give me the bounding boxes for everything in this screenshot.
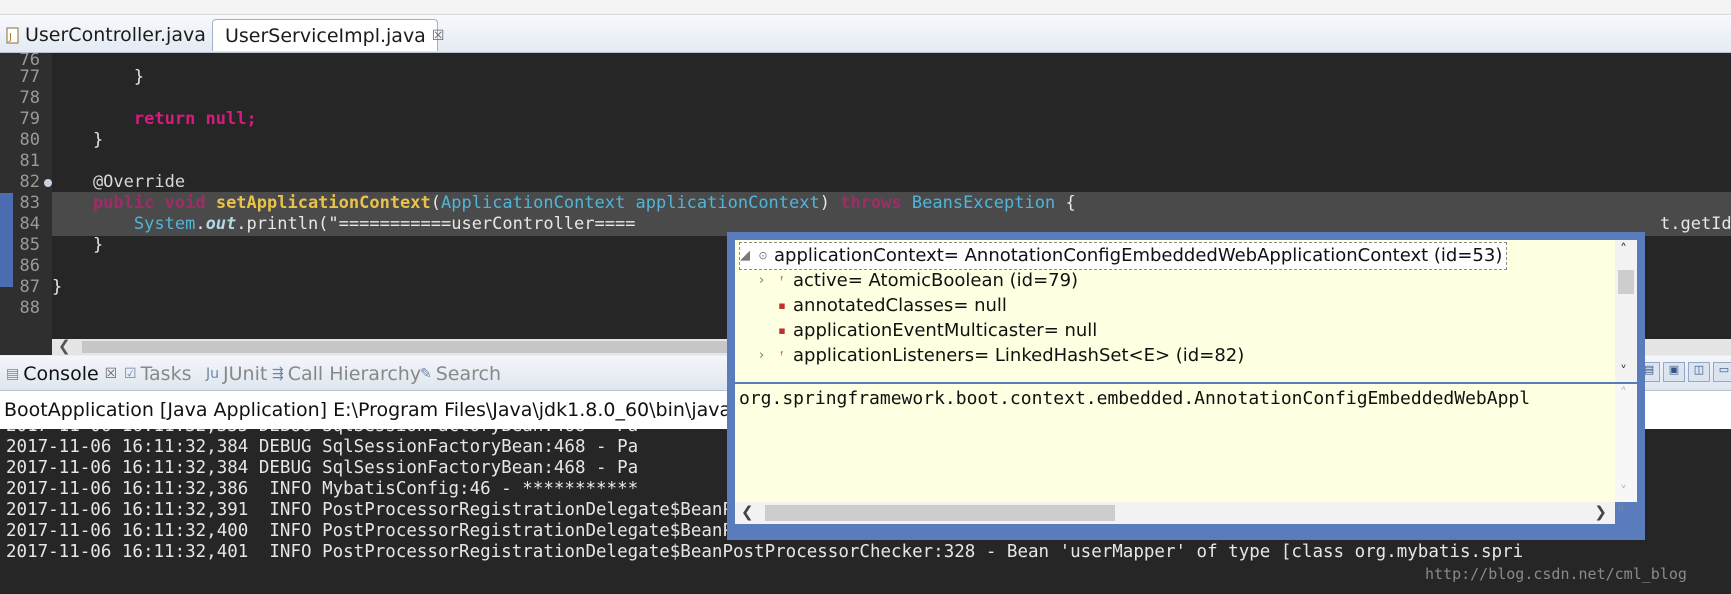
watermark: http://blog.csdn.net/cml_blog bbox=[1425, 565, 1687, 583]
window-title-strip bbox=[0, 0, 1731, 15]
scroll-thumb[interactable] bbox=[1618, 270, 1634, 294]
tab-label: UserServiceImpl.java bbox=[225, 24, 426, 47]
line-number: 79 bbox=[19, 109, 40, 129]
svg-text:J: J bbox=[8, 32, 12, 43]
out-field: out bbox=[205, 214, 237, 234]
line-number: 88 bbox=[19, 298, 40, 318]
java-file-icon: J bbox=[6, 27, 19, 43]
scroll-left-icon[interactable]: ❮ bbox=[58, 337, 71, 355]
code-line-84-tail: t.getId bbox=[1660, 214, 1731, 234]
tree-node-active[interactable]: › ᶠ active= AtomicBoolean (id=79) bbox=[759, 268, 1078, 294]
tab-junit[interactable]: Ju JUnit bbox=[206, 359, 267, 389]
scroll-thumb[interactable] bbox=[765, 505, 1115, 521]
resize-grip-icon[interactable]: ⠿ bbox=[1617, 504, 1635, 522]
tab-label: Call Hierarchy bbox=[287, 363, 422, 385]
println-call: println("===========userController==== bbox=[246, 214, 636, 234]
tab-tasks[interactable]: ☑ Tasks bbox=[124, 359, 191, 389]
tree-vertical-scrollbar[interactable]: ˄ ˅ bbox=[1615, 240, 1637, 382]
tree-node-label: active= AtomicBoolean (id=79) bbox=[793, 270, 1079, 291]
code-line-79: return null; bbox=[52, 108, 1731, 131]
detail-horizontal-scrollbar[interactable]: ❮ ❯ bbox=[735, 502, 1615, 524]
param-name: applicationContext bbox=[635, 193, 820, 213]
value-detail-text: org.springframework.boot.context.embedde… bbox=[739, 388, 1531, 409]
tab-call-hierarchy[interactable]: ⇶ Call Hierarchy bbox=[272, 359, 421, 389]
tab-user-controller[interactable]: J UserController.java bbox=[0, 19, 210, 51]
tab-search[interactable]: ✎ Search bbox=[420, 359, 501, 389]
close-icon[interactable]: ☒ bbox=[105, 366, 118, 382]
expand-icon[interactable]: › bbox=[759, 343, 775, 369]
tab-label: Search bbox=[435, 363, 502, 385]
console-icon: ▤ bbox=[6, 366, 20, 382]
code-line-83: public void setApplicationContext(Applic… bbox=[52, 192, 1731, 215]
method-name: setApplicationContext bbox=[215, 193, 431, 213]
open-console-icon[interactable]: ▭ bbox=[1713, 362, 1731, 382]
tab-label: Console bbox=[23, 363, 99, 385]
code-line-77: } bbox=[52, 67, 145, 87]
selection-marker bbox=[0, 193, 13, 287]
scroll-down-icon[interactable]: ˅ bbox=[1620, 364, 1627, 380]
scroll-thumb[interactable] bbox=[82, 341, 782, 353]
collapse-icon[interactable]: ◢ bbox=[740, 243, 756, 269]
return-keyword: return null; bbox=[133, 109, 257, 129]
tree-node-application-context[interactable]: ◢ ⊙ applicationContext= AnnotationConfig… bbox=[739, 242, 1508, 270]
tree-node-label: annotatedClasses= null bbox=[793, 295, 1007, 316]
show-console-icon[interactable]: ▣ bbox=[1663, 362, 1685, 382]
variable-tree[interactable]: ◢ ⊙ applicationContext= AnnotationConfig… bbox=[735, 240, 1615, 382]
junit-icon: Ju bbox=[206, 366, 220, 382]
private-field-icon: ▪ bbox=[778, 299, 786, 312]
tab-label: Tasks bbox=[140, 363, 192, 385]
tree-node-event-multicaster[interactable]: ▪ applicationEventMulticaster= null bbox=[759, 318, 1097, 344]
public-keyword: public bbox=[92, 193, 155, 213]
expand-icon[interactable]: › bbox=[759, 268, 775, 294]
tree-node-annotated-classes[interactable]: ▪ annotatedClasses= null bbox=[759, 293, 1007, 319]
param-type: ApplicationContext bbox=[441, 193, 626, 213]
close-icon[interactable]: ☒ bbox=[432, 28, 445, 44]
line-number: 77 bbox=[19, 67, 40, 87]
throws-keyword: throws bbox=[840, 193, 902, 213]
line-number: 82 bbox=[19, 172, 40, 192]
tree-node-application-listeners[interactable]: › ᶠ applicationListeners= LinkedHashSet<… bbox=[759, 343, 1244, 369]
search-icon: ✎ bbox=[420, 366, 432, 382]
tab-label: JUnit bbox=[223, 363, 268, 385]
tree-node-label: applicationListeners= LinkedHashSet<E> (… bbox=[793, 345, 1245, 366]
value-detail-pane[interactable]: org.springframework.boot.context.embedde… bbox=[735, 384, 1615, 502]
debug-inspect-popup[interactable]: ◢ ⊙ applicationContext= AnnotationConfig… bbox=[727, 232, 1645, 540]
final-field-icon: ᶠ bbox=[780, 274, 784, 287]
open-brace: { bbox=[1065, 193, 1076, 213]
tasks-icon: ☑ bbox=[124, 366, 137, 382]
console-toolbar: ▤ ▣ ◫ ▭ bbox=[1638, 362, 1731, 382]
void-keyword: void bbox=[164, 193, 206, 213]
call-hierarchy-icon: ⇶ bbox=[272, 366, 284, 382]
console-line: 2017-11-06 16:11:32,401 INFO PostProcess… bbox=[6, 542, 1524, 562]
scroll-up-icon[interactable]: ˄ bbox=[1620, 386, 1627, 402]
line-number: 80 bbox=[19, 130, 40, 150]
editor-tab-bar: J UserController.java J UserServiceImpl.… bbox=[0, 15, 1731, 53]
detail-vertical-scrollbar[interactable]: ˄ ˅ bbox=[1615, 384, 1637, 502]
line-number: 81 bbox=[19, 151, 40, 171]
scroll-up-icon[interactable]: ˄ bbox=[1620, 242, 1627, 258]
code-line-80: } bbox=[52, 130, 104, 150]
override-marker-icon bbox=[44, 179, 52, 187]
pin-console-icon[interactable]: ◫ bbox=[1688, 362, 1710, 382]
system-class: System bbox=[133, 214, 196, 234]
code-line-82: @Override bbox=[52, 172, 186, 192]
object-icon: ⊙ bbox=[758, 249, 768, 262]
final-field-icon: ᶠ bbox=[780, 349, 784, 362]
private-field-icon: ▪ bbox=[778, 324, 786, 337]
tab-label: UserController.java bbox=[25, 24, 206, 46]
line-number: 78 bbox=[19, 88, 40, 108]
scroll-right-icon[interactable]: ❯ bbox=[1594, 503, 1607, 521]
tab-user-service-impl[interactable]: J UserServiceImpl.java ☒ bbox=[212, 19, 444, 51]
scroll-left-icon[interactable]: ❮ bbox=[741, 503, 754, 521]
tree-node-label: applicationEventMulticaster= null bbox=[793, 320, 1098, 341]
scroll-down-icon[interactable]: ˅ bbox=[1620, 484, 1627, 500]
tab-console[interactable]: ▤ Console ☒ bbox=[6, 359, 117, 389]
tree-node-label: applicationContext= AnnotationConfigEmbe… bbox=[774, 245, 1503, 266]
exception-type: BeansException bbox=[911, 193, 1056, 213]
